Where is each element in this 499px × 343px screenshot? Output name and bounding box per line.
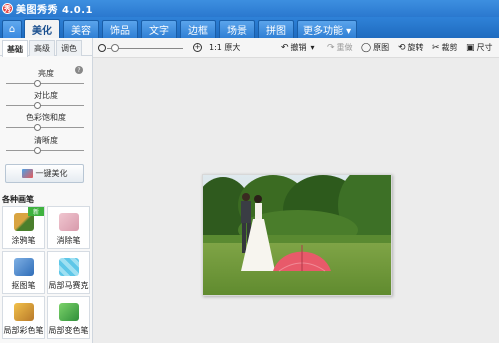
- slider-knob[interactable]: [34, 80, 41, 87]
- recolor-bucket-icon: [58, 303, 79, 321]
- rotate-icon: ⟲: [398, 42, 406, 53]
- brush-section-title: 各种画笔: [2, 195, 34, 204]
- tab-beautify[interactable]: 美化: [24, 19, 60, 38]
- subtab-advanced[interactable]: 高级: [29, 40, 55, 56]
- brush-label: 抠图笔: [11, 281, 36, 290]
- chevron-down-icon[interactable]: ▾: [311, 43, 315, 52]
- slider-label: 清晰度: [34, 136, 58, 145]
- color-brush-icon: [13, 303, 34, 321]
- slider-track[interactable]: [6, 127, 84, 128]
- brush-doodle[interactable]: 新 涂鸦笔: [2, 206, 45, 249]
- brush-label: 局部变色笔: [48, 326, 89, 335]
- wedding-photo[interactable]: [202, 174, 392, 296]
- one-click-beautify-button[interactable]: 一键美化: [5, 164, 84, 183]
- subtab-color[interactable]: 调色: [56, 40, 82, 56]
- tab-collage[interactable]: 拼图: [258, 20, 294, 38]
- zoom-slider-knob[interactable]: [111, 44, 119, 52]
- crop-label: 裁剪: [441, 43, 458, 52]
- main-nav: ⌂ 美化 美容 饰品 文字 边框 场景 拼图 更多功能 ▾: [0, 17, 499, 38]
- actual-size-button[interactable]: 1:1 原大: [209, 42, 240, 53]
- home-icon[interactable]: ⌂: [2, 20, 22, 38]
- contrast-slider: 对比度: [0, 90, 92, 109]
- subtab-bar: 基础 高级 调色: [0, 38, 92, 57]
- app-logo: 秀: [2, 3, 13, 14]
- title-bar: 秀 美图秀秀 4.0.1: [0, 0, 499, 17]
- brush-label: 局部彩色笔: [3, 326, 44, 335]
- brush-label: 局部马赛克: [48, 281, 89, 290]
- slider-knob[interactable]: [34, 102, 41, 109]
- crop-icon: ✂: [432, 42, 440, 53]
- tab-decorations[interactable]: 饰品: [102, 20, 138, 38]
- original-icon: ◯: [361, 42, 372, 53]
- cutout-icon: [13, 258, 34, 276]
- tab-more-features[interactable]: 更多功能 ▾: [297, 20, 358, 38]
- saturation-slider: 色彩饱和度: [0, 112, 92, 131]
- original-label: 原图: [373, 43, 390, 52]
- zoom-in-icon[interactable]: +: [193, 43, 202, 52]
- tab-beauty[interactable]: 美容: [63, 20, 99, 38]
- redo-label: 重做: [336, 43, 353, 52]
- rotate-label: 旋转: [407, 43, 424, 52]
- undo-button[interactable]: ↶ 撤销 ▾: [281, 42, 315, 53]
- canvas-toolbar: + 1:1 原大 ↶ 撤销 ▾ ↷ 重做 ◯ 原图 ⟲ 旋转 ✂ 裁剪 ▣ 尺寸: [93, 38, 499, 58]
- redo-button[interactable]: ↷ 重做: [327, 42, 353, 53]
- slider-knob[interactable]: [34, 147, 41, 154]
- slider-label: 对比度: [34, 91, 58, 100]
- tab-scene[interactable]: 场景: [219, 20, 255, 38]
- slider-label: 色彩饱和度: [26, 113, 66, 122]
- new-badge: 新: [28, 207, 44, 216]
- zoom-out-icon[interactable]: [98, 44, 106, 52]
- photo-image: [203, 175, 391, 295]
- canvas-area: [93, 58, 499, 343]
- slider-knob[interactable]: [34, 124, 41, 131]
- brush-partial-recolor[interactable]: 局部变色笔: [47, 296, 90, 339]
- slider-track[interactable]: [6, 83, 84, 84]
- subtab-basic[interactable]: 基础: [2, 40, 28, 57]
- brush-eraser[interactable]: 消除笔: [47, 206, 90, 249]
- crop-button[interactable]: ✂ 裁剪: [432, 42, 458, 53]
- rotate-button[interactable]: ⟲ 旋转: [398, 42, 424, 53]
- slider-track[interactable]: [6, 105, 84, 106]
- brush-label: 涂鸦笔: [11, 236, 36, 245]
- one-click-label: 一键美化: [35, 169, 68, 178]
- magic-icon: [21, 169, 33, 178]
- brush-label: 消除笔: [56, 236, 81, 245]
- undo-label: 撤销: [290, 43, 307, 52]
- left-panel: 基础 高级 调色 ? 亮度 对比度 色彩饱和度 清晰度 一键美化 各种画笔 新 …: [0, 38, 93, 343]
- brush-cutout[interactable]: 抠图笔: [2, 251, 45, 294]
- slider-label: 亮度: [38, 69, 54, 78]
- brush-mosaic[interactable]: 局部马赛克: [47, 251, 90, 294]
- brightness-slider: 亮度: [0, 68, 92, 87]
- resize-icon: ▣: [466, 42, 475, 53]
- mosaic-icon: [58, 258, 79, 276]
- app-title: 美图秀秀 4.0.1: [16, 5, 93, 16]
- slider-track[interactable]: [6, 150, 84, 151]
- resize-button[interactable]: ▣ 尺寸: [466, 42, 493, 53]
- resize-label: 尺寸: [476, 43, 493, 52]
- brush-partial-color[interactable]: 局部彩色笔: [2, 296, 45, 339]
- original-button[interactable]: ◯ 原图: [361, 42, 389, 53]
- tab-text[interactable]: 文字: [141, 20, 177, 38]
- tab-border[interactable]: 边框: [180, 20, 216, 38]
- sharpness-slider: 清晰度: [0, 135, 92, 154]
- undo-icon: ↶: [281, 42, 289, 53]
- eraser-icon: [58, 213, 79, 231]
- redo-icon: ↷: [327, 42, 335, 53]
